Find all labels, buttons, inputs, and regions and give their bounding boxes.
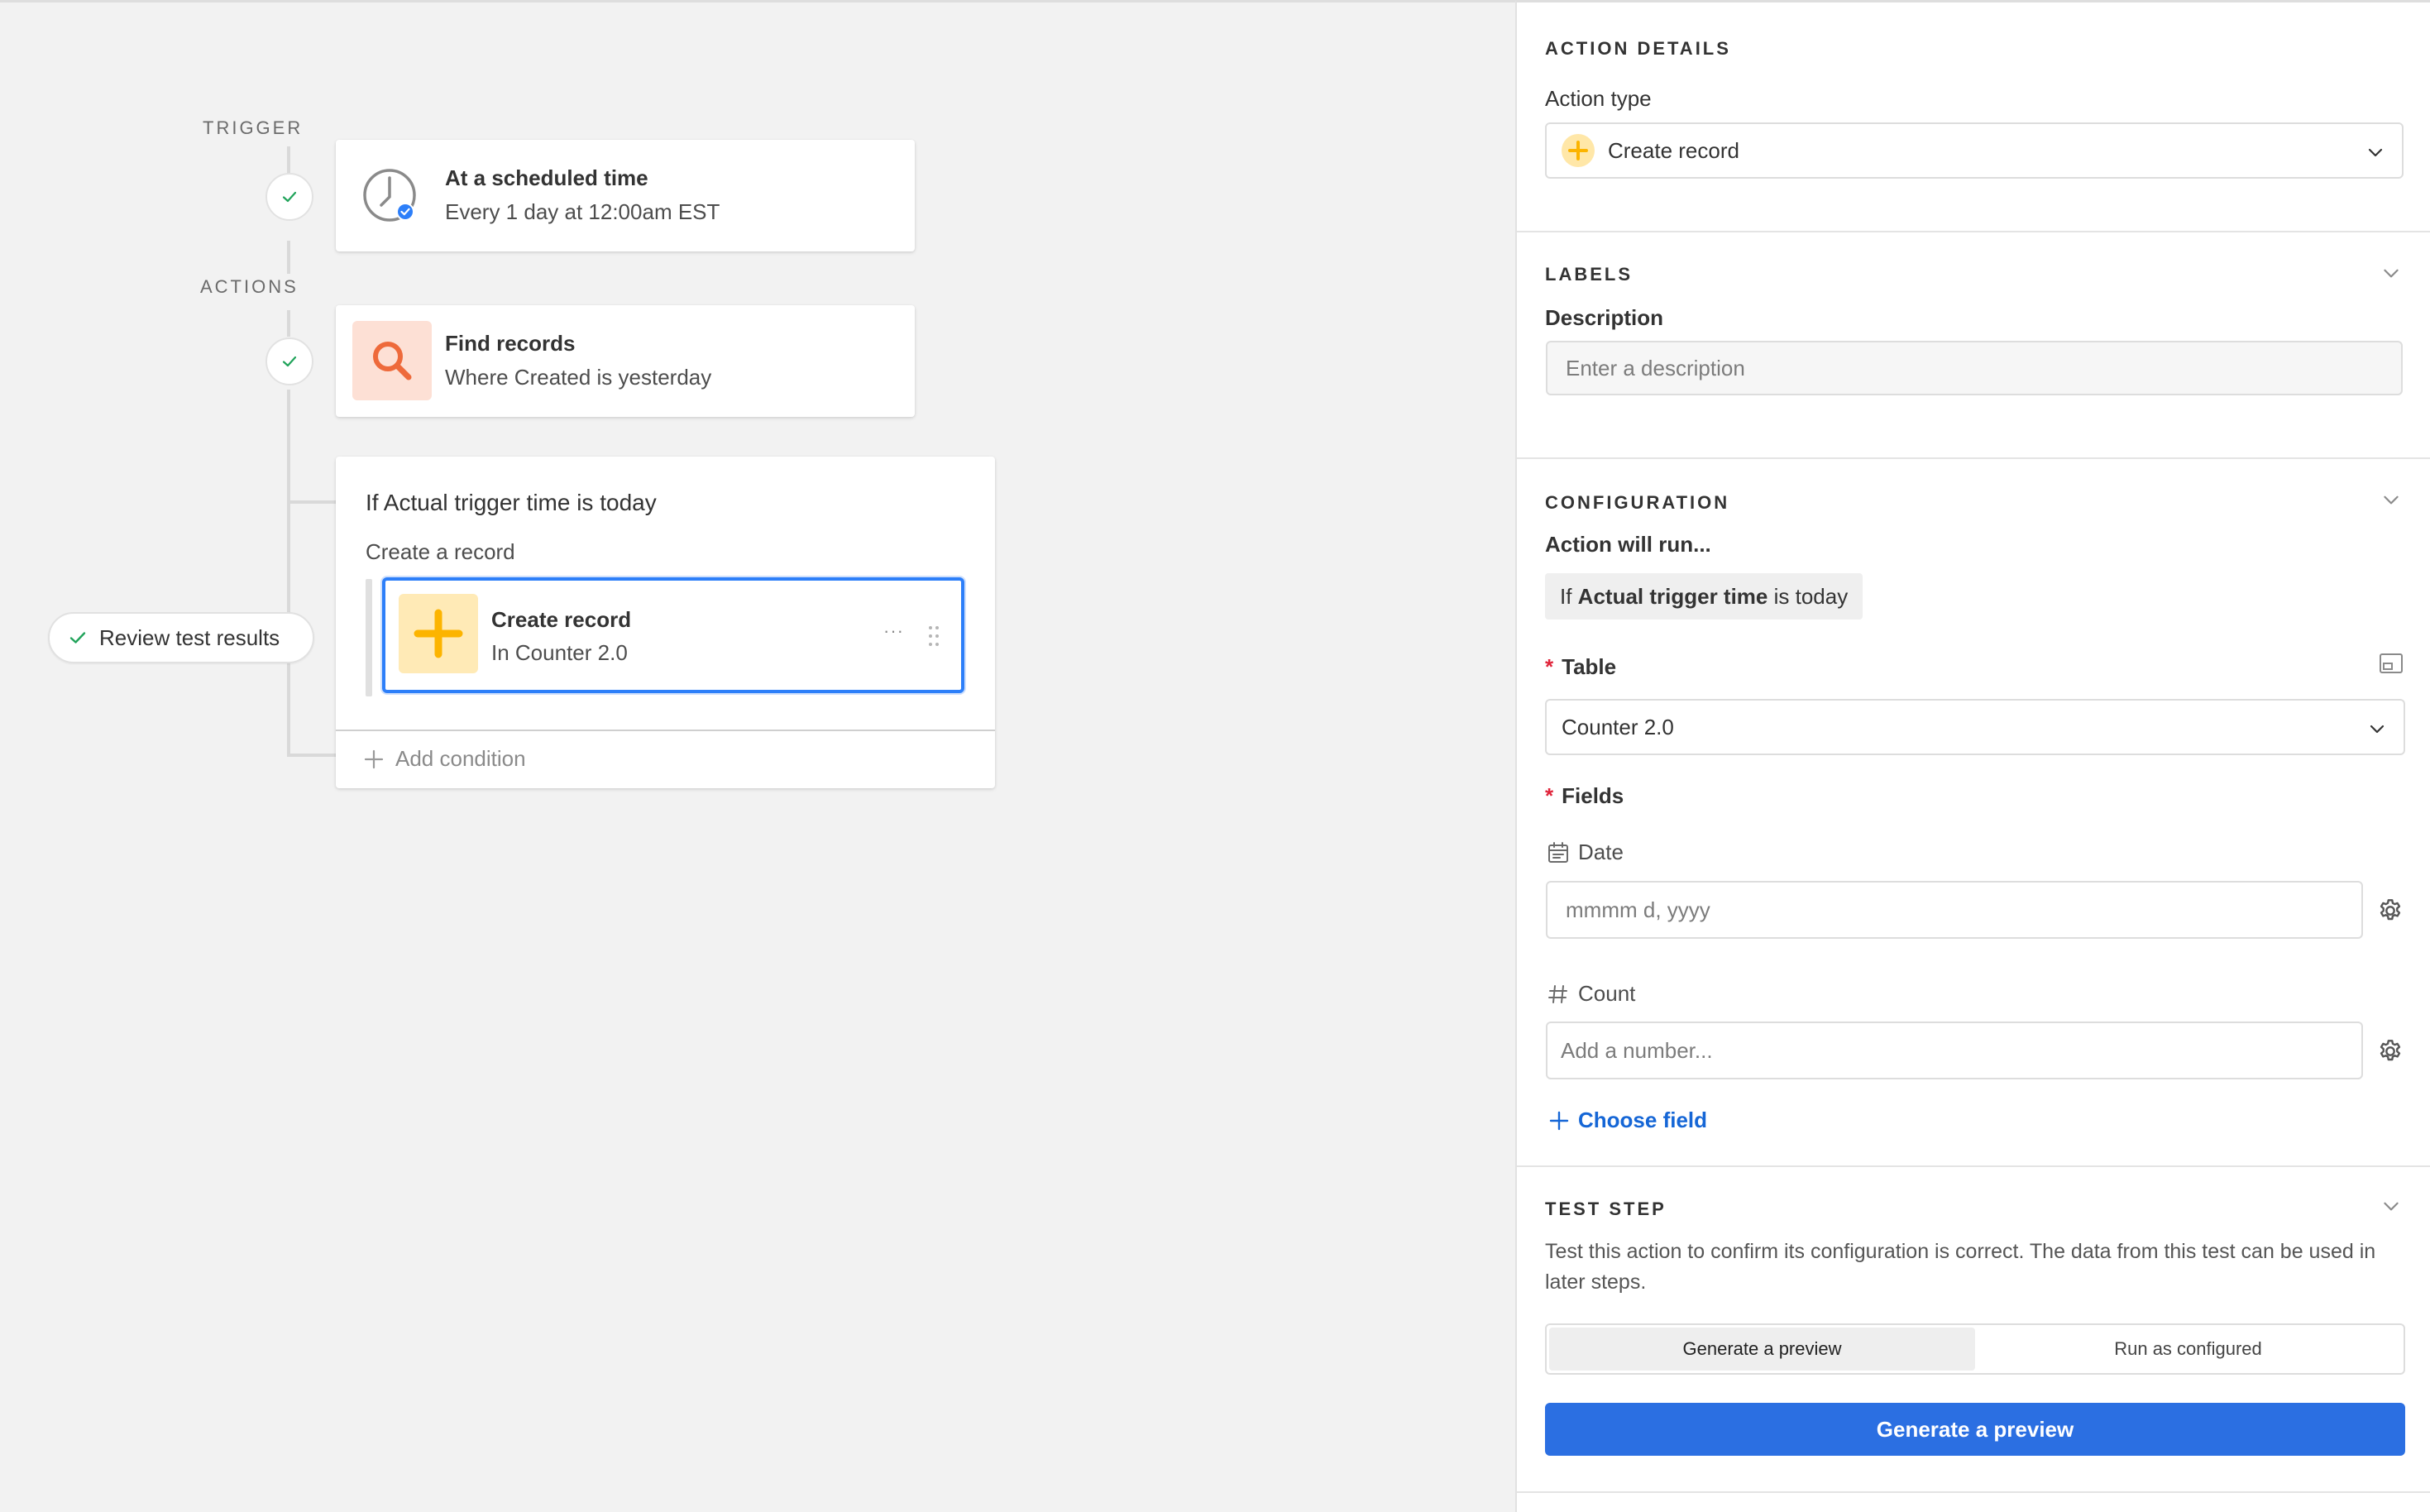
date-field-name: Date xyxy=(1578,840,1624,864)
action-will-run-label: Action will run... xyxy=(1545,532,1711,557)
trigger-card[interactable]: At a scheduled time Every 1 day at 12:00… xyxy=(336,140,915,251)
calendar-icon xyxy=(1548,841,1568,863)
table-select[interactable]: Counter 2.0 xyxy=(1545,699,2405,755)
flow-connector xyxy=(287,241,290,274)
choose-field-button[interactable]: Choose field xyxy=(1548,1108,1707,1133)
action-details-section: ACTION DETAILS Action type Create record xyxy=(1517,2,2430,232)
trigger-card-subtitle: Every 1 day at 12:00am EST xyxy=(445,199,720,224)
trigger-card-title: At a scheduled time xyxy=(445,165,648,190)
find-records-card[interactable]: Find records Where Created is yesterday xyxy=(336,305,915,417)
expand-view-icon[interactable] xyxy=(2379,653,2404,674)
add-condition-label: Add condition xyxy=(395,746,526,771)
plus-icon xyxy=(1549,1111,1569,1130)
table-label: * Table xyxy=(1545,654,1616,680)
check-icon xyxy=(282,191,297,203)
fields-label: * Fields xyxy=(1545,783,1624,809)
required-asterisk: * xyxy=(1545,654,1554,679)
more-options-icon[interactable]: ··· xyxy=(883,620,904,642)
configuration-heading: CONFIGURATION xyxy=(1545,492,1730,513)
review-test-results-button[interactable]: Review test results xyxy=(48,612,314,663)
labels-heading: LABELS xyxy=(1545,264,1633,285)
condition-field: Actual trigger time xyxy=(1577,583,1768,609)
chevron-down-icon xyxy=(2370,725,2385,734)
flow-connector xyxy=(287,500,337,504)
condition-branch-label: Create a record xyxy=(366,539,515,564)
generate-preview-button[interactable]: Generate a preview xyxy=(1545,1403,2405,1456)
find-records-card-subtitle: Where Created is yesterday xyxy=(445,365,712,390)
tab-generate-preview[interactable]: Generate a preview xyxy=(1549,1328,1975,1371)
condition-suffix: is today xyxy=(1767,583,1849,609)
action-type-label: Action type xyxy=(1545,86,1652,111)
create-record-subtitle: In Counter 2.0 xyxy=(491,640,628,665)
gear-icon[interactable] xyxy=(2377,897,2404,924)
table-label-text: Table xyxy=(1562,654,1617,679)
run-condition-chip: If Actual trigger time is today xyxy=(1545,573,1863,620)
choose-field-label: Choose field xyxy=(1578,1108,1708,1132)
actions-section-label: ACTIONS xyxy=(200,276,299,297)
date-field-input[interactable] xyxy=(1546,881,2363,939)
plus-icon xyxy=(399,594,478,673)
review-test-results-label: Review test results xyxy=(99,624,280,650)
trigger-section-label: TRIGGER xyxy=(203,117,304,138)
count-field-label: Count xyxy=(1547,981,1635,1007)
check-icon xyxy=(69,632,86,644)
action-details-heading: ACTION DETAILS xyxy=(1545,38,1731,59)
divider xyxy=(336,730,995,731)
condition-prefix: If xyxy=(1560,583,1578,609)
find-records-card-title: Find records xyxy=(445,331,576,356)
clock-icon xyxy=(361,166,420,230)
chevron-down-icon xyxy=(2368,148,2383,157)
action-details-panel: ACTION DETAILS Action type Create record… xyxy=(1515,0,2430,1512)
create-record-title: Create record xyxy=(491,607,632,632)
chevron-down-icon[interactable] xyxy=(2380,262,2402,284)
automation-canvas: TRIGGER At a scheduled time Every 1 day … xyxy=(0,0,1515,1512)
date-field-label: Date xyxy=(1547,840,1624,865)
chevron-down-icon[interactable] xyxy=(2380,1195,2402,1217)
count-field-name: Count xyxy=(1578,981,1636,1006)
test-step-heading: TEST STEP xyxy=(1545,1199,1667,1219)
fields-label-text: Fields xyxy=(1562,783,1624,808)
flow-connector xyxy=(287,390,290,757)
tab-run-as-configured[interactable]: Run as configured xyxy=(1975,1328,2401,1371)
configuration-section: CONFIGURATION Action will run... If Actu… xyxy=(1517,459,2430,1167)
test-step-section: TEST STEP Test this action to confirm it… xyxy=(1517,1167,2430,1493)
trigger-status-check xyxy=(265,173,313,221)
plus-icon xyxy=(1562,134,1595,167)
check-icon xyxy=(282,356,297,367)
gear-icon[interactable] xyxy=(2377,1038,2404,1065)
create-record-action-card[interactable]: Create record In Counter 2.0 ··· xyxy=(382,577,964,693)
search-icon xyxy=(352,321,432,400)
drag-handle-icon[interactable] xyxy=(928,625,940,651)
count-field-input[interactable] xyxy=(1546,1022,2363,1079)
branch-rail xyxy=(366,579,372,696)
description-label: Description xyxy=(1545,305,1664,330)
flow-connector xyxy=(287,310,290,337)
chevron-down-icon[interactable] xyxy=(2380,489,2402,510)
required-asterisk: * xyxy=(1545,783,1554,808)
condition-title[interactable]: If Actual trigger time is today xyxy=(366,490,657,516)
labels-section: LABELS Description xyxy=(1517,232,2430,459)
find-records-status-check xyxy=(265,337,313,385)
action-type-select[interactable]: Create record xyxy=(1545,122,2404,179)
action-type-value: Create record xyxy=(1608,137,1739,163)
table-value: Counter 2.0 xyxy=(1562,714,1674,739)
description-input[interactable] xyxy=(1546,341,2403,395)
add-condition-button[interactable]: Add condition xyxy=(364,746,526,772)
plus-icon xyxy=(364,749,384,768)
test-step-description: Test this action to confirm its configur… xyxy=(1545,1240,2376,1294)
hash-icon xyxy=(1548,984,1567,1003)
condition-group-card: If Actual trigger time is today Create a… xyxy=(336,457,995,788)
test-mode-tabs: Generate a preview Run as configured xyxy=(1545,1323,2405,1375)
flow-connector xyxy=(287,754,337,757)
